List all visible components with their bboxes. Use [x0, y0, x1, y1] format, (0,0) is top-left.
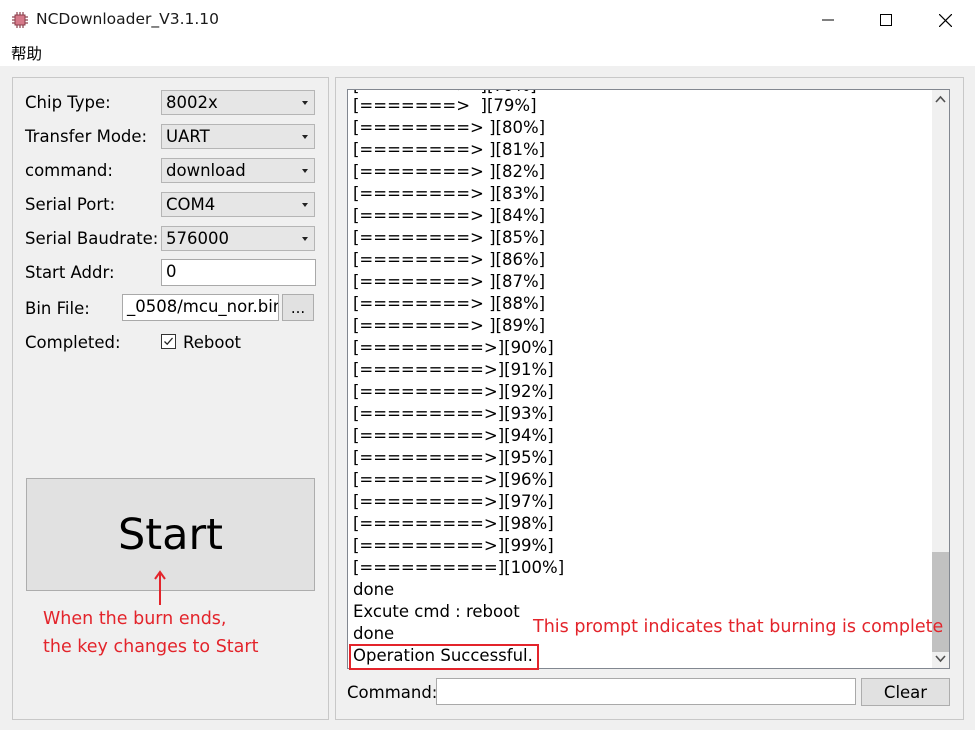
log-line: [=========>][92%] — [353, 382, 554, 401]
log-line: [========> ][83%] — [353, 184, 546, 203]
bin-file-label: Bin File: — [25, 299, 90, 318]
log-line: [========> ][81%] — [353, 140, 546, 159]
maximize-button[interactable] — [858, 0, 914, 40]
log-line: [=======> ][79%] — [353, 96, 537, 115]
log-line: done — [353, 580, 395, 599]
baudrate-label: Serial Baudrate: — [25, 229, 159, 248]
log-line: [========> ][88%] — [353, 294, 546, 313]
log-line: [========> ][82%] — [353, 162, 546, 181]
log-line: [=========>][97%] — [353, 492, 554, 511]
log-line: [=========>][93%] — [353, 404, 554, 423]
transfer-mode-select[interactable]: UART — [161, 124, 315, 149]
log-line: [=========>][90%] — [353, 338, 554, 357]
serial-port-label: Serial Port: — [25, 195, 116, 214]
browse-button[interactable]: ... — [282, 294, 314, 321]
command-select[interactable]: download — [161, 158, 315, 183]
command-bar-label: Command: — [347, 683, 438, 702]
annotation-arrow-icon — [154, 570, 166, 605]
start-button[interactable]: Start — [26, 478, 315, 591]
close-button[interactable] — [917, 0, 973, 40]
log-line: [=========>][91%] — [353, 360, 554, 379]
success-highlight-box — [349, 644, 539, 670]
log-line: [=========>][98%] — [353, 514, 554, 533]
log-line: [=========>][95%] — [353, 448, 554, 467]
close-icon — [938, 13, 952, 27]
log-line: Excute cmd : reboot — [353, 602, 520, 621]
baudrate-value: 576000 — [166, 229, 229, 248]
serial-port-select[interactable]: COM4 — [161, 192, 315, 217]
log-line: [========> ][84%] — [353, 206, 546, 225]
chevron-down-icon — [302, 101, 308, 105]
clear-button[interactable]: Clear — [861, 678, 950, 706]
checkmark-icon — [164, 337, 173, 346]
transfer-mode-value: UART — [166, 127, 210, 146]
title-bar: NCDownloader_V3.1.10 — [0, 0, 975, 40]
completed-label: Completed: — [25, 333, 121, 352]
chip-type-label: Chip Type: — [25, 93, 111, 112]
minimize-button[interactable] — [800, 0, 856, 40]
baudrate-select[interactable]: 576000 — [161, 226, 315, 251]
serial-port-value: COM4 — [166, 195, 216, 214]
chevron-down-icon — [302, 237, 308, 241]
maximize-icon — [880, 14, 892, 26]
log-output[interactable]: [=======> ][79%] [=======> ][79%] [=====… — [347, 89, 950, 669]
log-line: [========> ][85%] — [353, 228, 546, 247]
chevron-down-icon — [302, 169, 308, 173]
window-title: NCDownloader_V3.1.10 — [36, 10, 220, 28]
chip-type-value: 8002x — [166, 93, 218, 112]
log-line: done — [353, 624, 395, 643]
chevron-down-icon — [935, 655, 946, 663]
log-line: [=========>][96%] — [353, 470, 554, 489]
log-line: [==========][100%] — [353, 558, 565, 577]
menu-bar: 帮助 — [0, 40, 975, 66]
start-addr-label: Start Addr: — [25, 263, 115, 282]
reboot-checkbox[interactable] — [161, 334, 176, 349]
log-scrollbar[interactable] — [932, 90, 949, 668]
command-value: download — [166, 161, 246, 180]
log-line: [=========>][94%] — [353, 426, 554, 445]
minimize-icon — [822, 19, 834, 21]
chip-icon — [12, 12, 28, 28]
log-line: [========> ][87%] — [353, 272, 546, 291]
chevron-up-icon — [935, 95, 946, 103]
start-annotation-line2: the key changes to Start — [43, 637, 259, 657]
log-line: [========> ][80%] — [353, 118, 546, 137]
reboot-label: Reboot — [183, 333, 242, 352]
log-annotation: This prompt indicates that burning is co… — [533, 617, 944, 637]
log-line: [========> ][89%] — [353, 316, 546, 335]
bin-file-input[interactable]: _0508/mcu_nor.bin — [122, 294, 279, 321]
command-input[interactable] — [436, 678, 856, 705]
log-scrollbar-thumb[interactable] — [932, 552, 949, 652]
log-line: [=======> ][79%] — [353, 90, 537, 95]
start-addr-input[interactable]: 0 — [161, 259, 316, 286]
menu-item-help[interactable]: 帮助 — [11, 42, 42, 64]
chevron-down-icon — [302, 203, 308, 207]
log-line: [=========>][99%] — [353, 536, 554, 555]
chevron-down-icon — [302, 135, 308, 139]
command-label: command: — [25, 161, 113, 180]
chip-type-select[interactable]: 8002x — [161, 90, 315, 115]
start-annotation-line1: When the burn ends, — [43, 609, 227, 629]
transfer-mode-label: Transfer Mode: — [25, 127, 148, 146]
log-line: [========> ][86%] — [353, 250, 546, 269]
